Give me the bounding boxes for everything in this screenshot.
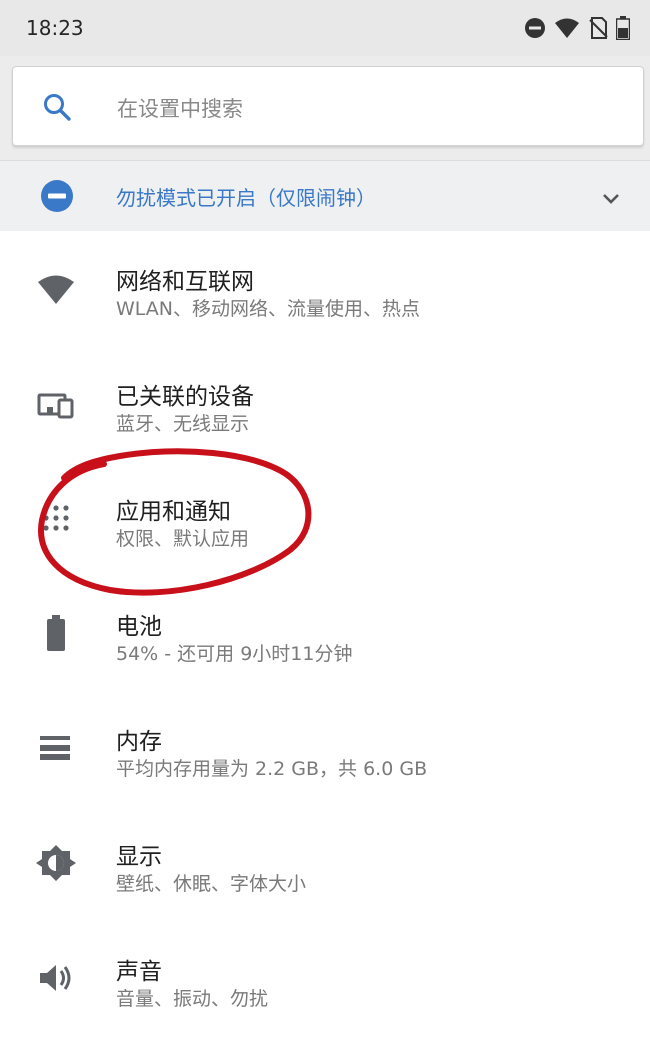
- volume-icon: [40, 965, 71, 991]
- search-input[interactable]: 在设置中搜索: [117, 93, 243, 123]
- settings-item-battery[interactable]: 电池 54% - 还可用 9小时11分钟: [0, 587, 650, 699]
- no-sim-icon: [589, 17, 608, 39]
- brightness-icon: [36, 845, 76, 881]
- settings-item-subtitle: 54% - 还可用 9小时11分钟: [116, 643, 353, 665]
- apps-icon: [43, 505, 69, 531]
- status-icons: [524, 16, 630, 40]
- settings-item-subtitle: 权限、默认应用: [116, 528, 250, 550]
- settings-item-subtitle: 蓝牙、无线显示: [116, 413, 250, 435]
- settings-item-memory[interactable]: 内存 平均内存用量为 2.2 GB，共 6.0 GB: [0, 702, 650, 814]
- settings-item-subtitle: 壁纸、休眠、字体大小: [116, 873, 307, 895]
- dnd-status-text: 勿扰模式已开启（仅限闹钟）: [116, 186, 376, 210]
- search-area: 在设置中搜索: [0, 56, 650, 160]
- battery-status-icon: [616, 16, 630, 40]
- search-icon[interactable]: [41, 91, 73, 123]
- settings-item-subtitle: 音量、振动、勿扰: [116, 988, 269, 1010]
- settings-item-sound[interactable]: 声音 音量、振动、勿扰: [0, 932, 650, 1044]
- connected-devices-icon: [37, 393, 74, 419]
- status-bar: 18:23: [0, 0, 650, 56]
- dnd-icon: [41, 180, 73, 212]
- storage-icon: [40, 736, 70, 760]
- settings-item-title: 声音: [116, 959, 162, 985]
- dnd-status-icon: [525, 18, 545, 38]
- settings-item-subtitle: WLAN、移动网络、流量使用、热点: [116, 298, 421, 320]
- settings-item-title: 显示: [116, 844, 162, 870]
- settings-item-display[interactable]: 显示 壁纸、休眠、字体大小: [0, 817, 650, 929]
- settings-item-title: 内存: [116, 729, 162, 755]
- status-time: 18:23: [26, 16, 84, 40]
- wifi-icon: [38, 275, 74, 304]
- search-bar[interactable]: 在设置中搜索: [12, 66, 644, 146]
- settings-item-subtitle: 平均内存用量为 2.2 GB，共 6.0 GB: [116, 758, 428, 780]
- settings-item-title: 网络和互联网: [116, 269, 254, 295]
- chevron-down-icon[interactable]: [598, 185, 624, 211]
- settings-item-connected-devices[interactable]: 已关联的设备 蓝牙、无线显示: [0, 357, 650, 469]
- settings-item-title: 已关联的设备: [116, 384, 254, 410]
- battery-icon: [47, 615, 65, 651]
- dnd-banner[interactable]: 勿扰模式已开启（仅限闹钟）: [0, 160, 650, 231]
- settings-item-title: 电池: [116, 614, 162, 640]
- wifi-status-icon: [555, 18, 579, 38]
- settings-item-apps-notifications[interactable]: 应用和通知 权限、默认应用: [0, 472, 650, 584]
- settings-item-title: 应用和通知: [116, 499, 231, 525]
- settings-item-network[interactable]: 网络和互联网 WLAN、移动网络、流量使用、热点: [0, 242, 650, 354]
